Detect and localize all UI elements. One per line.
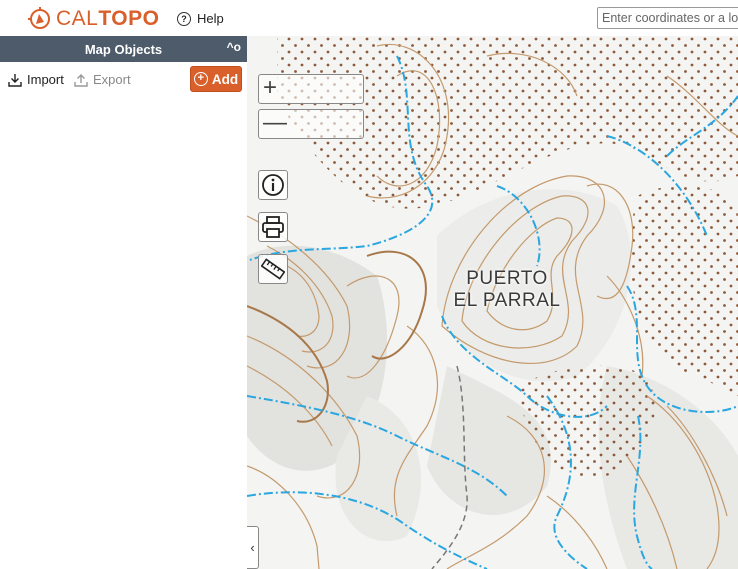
sidebar-toolbar: Import Export + Add — [0, 62, 247, 98]
help-link[interactable]: ? Help — [177, 11, 224, 26]
place-label-line2: EL PARRAL — [453, 290, 561, 311]
sidebar: Map Objects ^o Import Export + Add — [0, 36, 247, 569]
import-label: Import — [27, 72, 64, 87]
zoom-out-button[interactable]: — — [258, 109, 364, 139]
add-plus-icon: + — [193, 72, 208, 86]
export-icon — [74, 73, 88, 87]
help-icon: ? — [177, 11, 191, 26]
info-icon — [262, 174, 284, 196]
logo-text: CALTOPO — [56, 7, 159, 31]
add-button[interactable]: + Add — [190, 66, 242, 92]
caltopo-logo[interactable]: CALTOPO — [28, 6, 159, 32]
place-label: PUERTO EL PARRAL — [437, 268, 577, 312]
panel-title: Map Objects — [84, 41, 163, 57]
help-label: Help — [197, 11, 224, 26]
zoom-out-label: — — [263, 109, 287, 136]
ruler-icon — [261, 258, 285, 280]
logo-text-cal: CAL — [56, 7, 99, 30]
import-icon — [8, 73, 22, 87]
import-button[interactable]: Import — [8, 72, 64, 87]
zoom-in-label: + — [263, 74, 278, 101]
add-label: Add — [211, 71, 239, 87]
zoom-in-button[interactable]: + — [258, 74, 364, 104]
compass-logo-icon — [28, 7, 50, 29]
sidebar-toggle-button[interactable]: ‹ — [247, 526, 259, 569]
search-input[interactable] — [597, 7, 738, 29]
logo-text-topo: TOPO — [98, 7, 160, 30]
map-objects-header: Map Objects ^o — [0, 36, 247, 62]
measure-button[interactable] — [258, 254, 288, 284]
top-bar: CALTOPO ? Help — [0, 0, 738, 37]
export-label: Export — [93, 72, 131, 87]
map-canvas[interactable]: + — PUERTO EL PARRAL — [247, 36, 738, 569]
chevron-left-icon: ‹ — [250, 540, 255, 555]
print-icon — [262, 216, 284, 238]
info-button[interactable] — [258, 170, 288, 200]
collapse-button[interactable]: ^o — [227, 40, 241, 54]
place-label-line1: PUERTO — [466, 268, 548, 289]
print-button[interactable] — [258, 212, 288, 242]
export-button[interactable]: Export — [74, 72, 131, 87]
